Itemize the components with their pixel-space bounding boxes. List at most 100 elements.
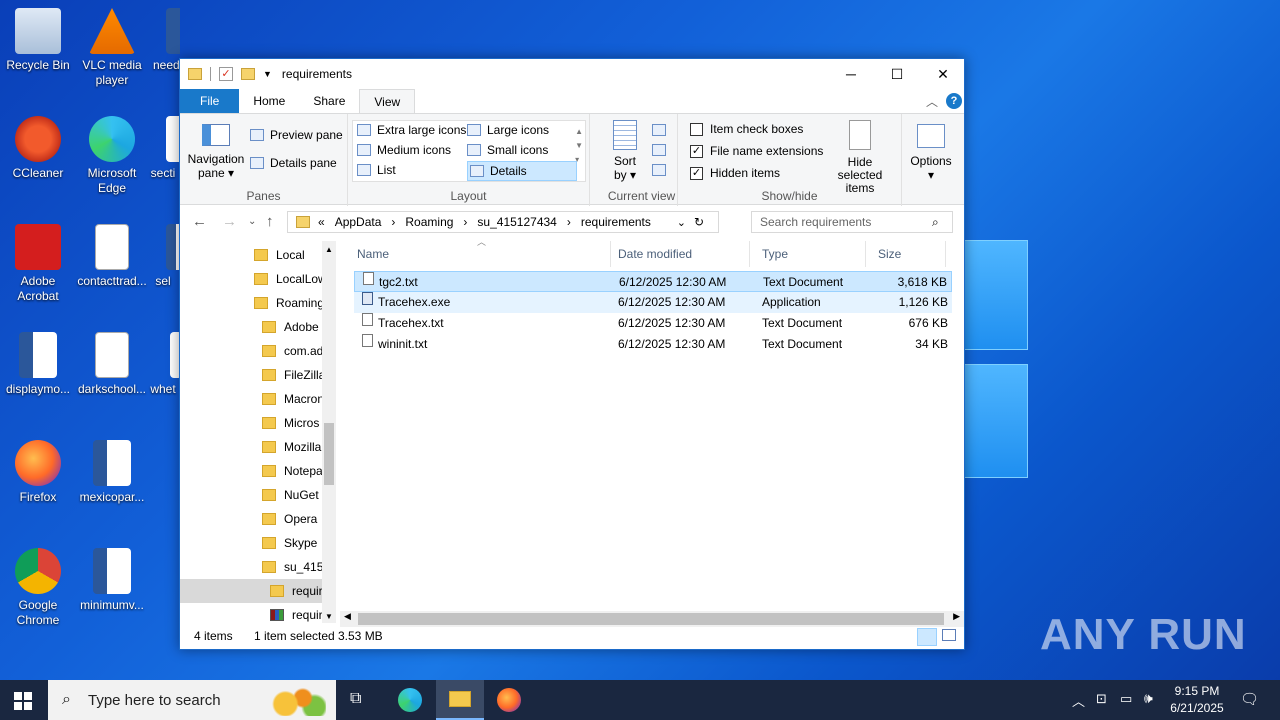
nav-item[interactable]: Macron: [262, 387, 324, 411]
layout-scroll-icon[interactable]: ▲ ▼ ▾: [575, 125, 583, 167]
explorer-taskbar-button[interactable]: [436, 680, 484, 720]
collapse-ribbon-icon[interactable]: ︿: [926, 93, 938, 110]
clock[interactable]: 9:15 PM 6/21/2025: [1166, 683, 1228, 717]
taskbar-search-box[interactable]: ⌕ Type here to search: [48, 680, 336, 720]
layout-small-icons[interactable]: Small icons: [467, 143, 548, 157]
file-row[interactable]: Tracehex.txt 6/12/2025 12:30 AM Text Docum…: [354, 313, 952, 334]
horizontal-scroll-thumb[interactable]: [358, 613, 944, 625]
address-dropdown-icon[interactable]: ⌄: [677, 216, 686, 229]
breadcrumb-separator[interactable]: ›: [391, 215, 395, 229]
hidden-items-toggle[interactable]: ✓ Hidden items: [690, 166, 780, 180]
breadcrumb-roaming[interactable]: Roaming: [405, 215, 453, 229]
nav-item[interactable]: requir: [270, 603, 323, 623]
device-icon[interactable]: ⊡: [1096, 691, 1107, 707]
desktop-icon-contacttrad[interactable]: contacttrad...: [74, 224, 150, 289]
file-name-extensions-toggle[interactable]: ✓ File name extensions: [690, 144, 823, 158]
file-row[interactable]: wininit.txt 6/12/2025 12:30 AM Text Docume…: [354, 334, 952, 355]
tab-share[interactable]: Share: [299, 89, 359, 113]
details-view-icon[interactable]: [917, 628, 937, 646]
desktop-icon-displaymo[interactable]: displaymo...: [0, 332, 76, 397]
nav-item[interactable]: Roaming: [254, 291, 324, 315]
desktop-icon-need[interactable]: need: [146, 8, 180, 73]
desktop-icon-sel[interactable]: sel: [146, 224, 180, 289]
recent-locations-icon[interactable]: ⌄: [248, 216, 256, 227]
nav-item[interactable]: FileZilla: [262, 363, 325, 387]
file-row[interactable]: Tracehex.exe 6/12/2025 12:30 AM Applicatio…: [354, 292, 952, 313]
search-input[interactable]: Search requirements: [751, 211, 953, 233]
nav-scroll-thumb[interactable]: [324, 423, 334, 485]
help-icon[interactable]: ?: [946, 93, 962, 109]
notifications-icon[interactable]: 🗨: [1240, 690, 1259, 708]
nav-item[interactable]: Opera: [262, 507, 317, 531]
nav-item[interactable]: Skype: [262, 531, 317, 555]
column-size[interactable]: Size: [866, 241, 946, 267]
breadcrumb-separator[interactable]: ›: [567, 215, 571, 229]
tab-file[interactable]: File: [180, 89, 240, 113]
details-pane-button[interactable]: Details pane: [250, 156, 337, 170]
edge-taskbar-icon[interactable]: [398, 688, 422, 712]
nav-scroll-down-icon[interactable]: ▼: [322, 612, 336, 621]
nav-item[interactable]: Local: [254, 243, 305, 267]
nav-item[interactable]: su_415: [262, 555, 323, 579]
add-columns-icon[interactable]: [652, 144, 666, 156]
layout-large-icons[interactable]: Large icons: [467, 123, 549, 137]
back-arrow-icon[interactable]: ←: [192, 213, 207, 230]
breadcrumb-su-folder[interactable]: su_415127434: [477, 215, 556, 229]
nav-item[interactable]: requir: [180, 579, 323, 603]
item-check-boxes-checkbox[interactable]: [690, 122, 703, 136]
desktop-icon-ccleaner[interactable]: CCleaner: [0, 116, 76, 181]
nav-item[interactable]: Adobe: [262, 315, 319, 339]
size-columns-icon[interactable]: [652, 164, 666, 176]
desktop-icon-recycle-bin[interactable]: Recycle Bin: [0, 8, 76, 73]
scroll-left-icon[interactable]: ◀: [344, 611, 351, 622]
layout-details[interactable]: Details: [467, 161, 577, 181]
desktop-icon-google-chrome[interactable]: Google Chrome: [0, 548, 76, 628]
column-date-modified[interactable]: Date modified: [606, 241, 750, 267]
tab-view[interactable]: View: [359, 89, 416, 113]
desktop-icon-firefox[interactable]: Firefox: [0, 440, 76, 505]
nav-item[interactable]: Mozilla: [262, 435, 321, 459]
address-bar[interactable]: « AppData › Roaming › su_415127434 › req…: [287, 211, 719, 233]
nav-item[interactable]: LocalLow: [254, 267, 327, 291]
layout-list[interactable]: List: [357, 163, 396, 177]
refresh-icon[interactable]: ↻: [694, 215, 704, 229]
start-button[interactable]: [14, 692, 32, 710]
desktop-icon-minimumv[interactable]: minimumv...: [74, 548, 150, 613]
options-button[interactable]: Options ▾: [906, 124, 956, 182]
desktop-icon-secti[interactable]: secti: [146, 116, 180, 181]
nav-item[interactable]: Notepa: [262, 459, 323, 483]
breadcrumb-appdata[interactable]: AppData: [335, 215, 382, 229]
volume-icon[interactable]: 🕪: [1144, 690, 1153, 707]
hide-selected-items-button[interactable]: Hide selected items: [824, 120, 896, 195]
desktop-icon-vlc[interactable]: VLC media player: [74, 8, 150, 88]
layout-extra-large-icons[interactable]: Extra large icons: [357, 123, 466, 137]
file-row[interactable]: tgc2.txt 6/12/2025 12:30 AM Text Document 3…: [354, 271, 952, 292]
breadcrumb-overflow[interactable]: «: [318, 215, 325, 229]
nav-item[interactable]: com.ad: [262, 339, 323, 363]
desktop-icon-adobe-acrobat[interactable]: Adobe Acrobat: [0, 224, 76, 304]
desktop-icon-whet[interactable]: whet: [146, 332, 180, 397]
network-icon[interactable]: ▭: [1120, 691, 1132, 707]
show-hidden-icons-icon[interactable]: ︿: [1072, 691, 1085, 710]
column-name[interactable]: Name: [345, 241, 611, 267]
sort-by-button[interactable]: Sort by ▾: [610, 120, 640, 182]
task-view-icon[interactable]: ⧉: [350, 690, 361, 708]
group-by-icon[interactable]: [652, 124, 666, 136]
nav-item[interactable]: NuGet: [262, 483, 319, 507]
properties-icon[interactable]: ✓: [219, 67, 233, 81]
close-button[interactable]: ✕: [920, 59, 966, 89]
breadcrumb-requirements[interactable]: requirements: [581, 215, 651, 229]
large-icons-view-icon[interactable]: [942, 629, 956, 641]
nav-scroll-up-icon[interactable]: ▲: [322, 241, 336, 254]
desktop-icon-darkschool[interactable]: darkschool...: [74, 332, 150, 397]
desktop-icon-mexicopar[interactable]: mexicopar...: [74, 440, 150, 505]
nav-item[interactable]: Micros: [262, 411, 319, 435]
firefox-taskbar-icon[interactable]: [497, 688, 521, 712]
maximize-button[interactable]: ☐: [874, 59, 920, 89]
tab-home[interactable]: Home: [239, 89, 299, 113]
hidden-items-checkbox[interactable]: ✓: [690, 166, 703, 180]
minimize-button[interactable]: ─: [828, 59, 874, 89]
up-arrow-icon[interactable]: ↑: [266, 213, 274, 230]
file-name-extensions-checkbox[interactable]: ✓: [690, 144, 703, 158]
forward-arrow-icon[interactable]: →: [222, 213, 237, 230]
